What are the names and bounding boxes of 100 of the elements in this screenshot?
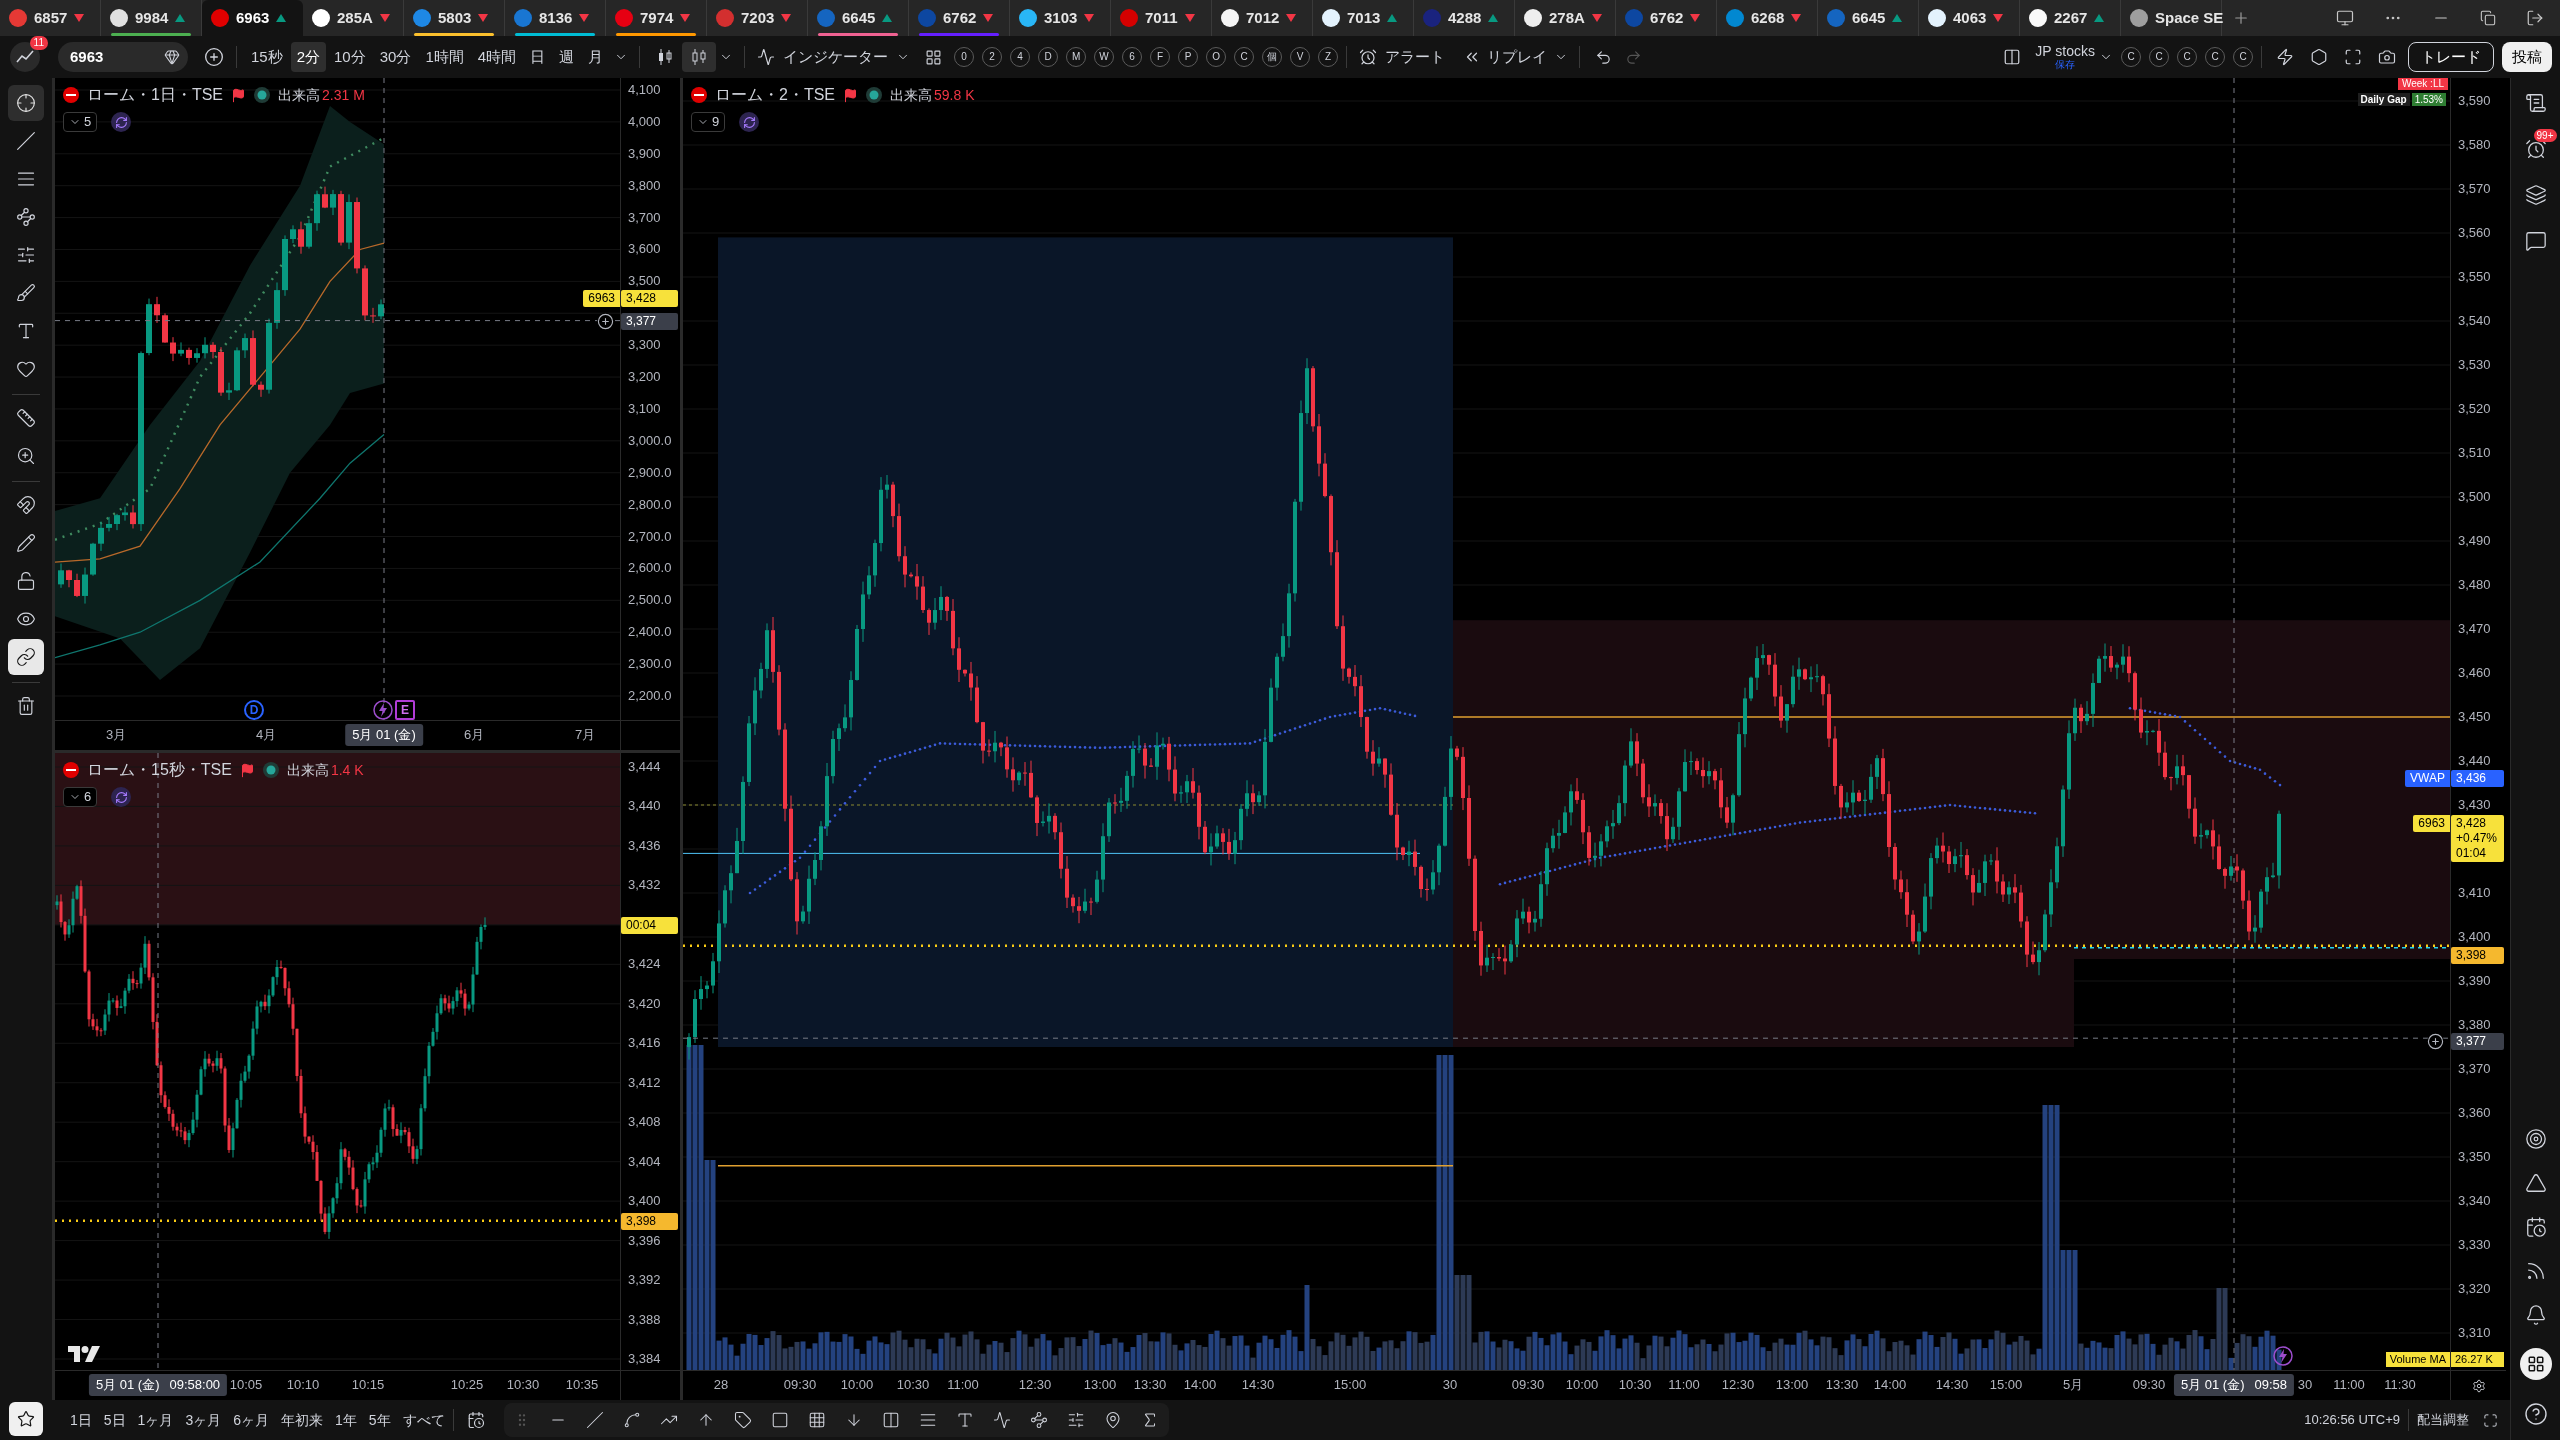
exit-icon[interactable] — [2526, 9, 2544, 27]
text-icon[interactable] — [955, 1411, 974, 1429]
dividend-marker[interactable]: D — [244, 700, 264, 720]
indicator-toggle[interactable]: 5 — [63, 112, 98, 132]
calendar-icon[interactable] — [2524, 1216, 2547, 1238]
level-price-tag: 3,398 — [621, 1213, 678, 1230]
indicator-toggle[interactable]: 6 — [63, 787, 98, 807]
layout-name[interactable]: JP stocks — [2035, 44, 2095, 58]
price-axis-label: 3,440 — [628, 799, 661, 814]
range-button[interactable]: 1日 — [70, 1409, 92, 1431]
text-lines-icon[interactable] — [918, 1411, 937, 1429]
volume-ma-value: 26.27 K — [2451, 1352, 2504, 1367]
settings-icon[interactable] — [2471, 1378, 2486, 1393]
crosshair-time-text: 5月 01 (金) — [2180, 1376, 2245, 1395]
earnings-marker[interactable]: E — [395, 700, 415, 720]
symbol-search-field[interactable]: 6963 — [58, 42, 188, 72]
interval-button[interactable]: 2分 — [290, 42, 327, 72]
target-icon[interactable] — [2524, 1128, 2547, 1150]
chart-title[interactable]: ローム・2・TSE — [715, 83, 835, 107]
interval-button[interactable]: 月 — [582, 42, 610, 72]
alert-button[interactable]: アラート — [1355, 42, 1450, 72]
sync-icon[interactable] — [111, 112, 132, 132]
plus-circle-icon[interactable] — [2427, 1033, 2444, 1050]
time-axis-label: 15:00 — [1333, 1377, 1367, 1393]
chart-title[interactable]: ローム・15秒・TSE — [87, 758, 232, 782]
price-axis-label: 2,200.0 — [628, 689, 672, 703]
square-icon[interactable] — [770, 1411, 789, 1429]
logo-icon — [691, 87, 707, 103]
drawing-tool-button[interactable] — [8, 85, 44, 121]
range-button[interactable]: 6ヶ月 — [233, 1409, 269, 1431]
plus-circle-icon[interactable] — [597, 313, 614, 330]
price-axis-label: 2,800.0 — [628, 497, 672, 512]
fullscreen-button[interactable] — [2344, 48, 2362, 66]
price-axis-label: 3,404 — [628, 1154, 661, 1169]
interval-button[interactable]: 30分 — [373, 42, 418, 72]
clock-text: 10:26:56 UTC+9 — [2304, 1411, 2400, 1430]
alarm-clock-icon[interactable] — [2524, 138, 2547, 160]
waypoints-icon[interactable] — [1029, 1411, 1048, 1429]
gap-label: Daily Gap — [2357, 93, 2410, 106]
triangle-icon[interactable] — [2524, 1172, 2547, 1194]
interval-button[interactable]: 日 — [524, 42, 552, 72]
range-button[interactable]: 1年 — [335, 1409, 357, 1431]
adjustment-toggle[interactable]: 配当調整 — [2417, 1410, 2469, 1430]
price-axis-label: 3,412 — [628, 1075, 661, 1090]
snapshot-button[interactable] — [2378, 48, 2396, 66]
expand-icon[interactable] — [2483, 1412, 2498, 1428]
camera-icon — [2378, 48, 2396, 66]
undo-icon — [1594, 48, 1612, 66]
dot-icon — [262, 762, 279, 778]
price-axis-label: 3,900 — [628, 146, 661, 161]
symbol-tab[interactable]: 6963 — [202, 0, 303, 36]
range-button[interactable]: すべて — [402, 1409, 445, 1431]
time-axis-label: 11:00 — [2333, 1377, 2365, 1393]
columns-icon[interactable] — [881, 1411, 900, 1429]
indicator-toggle[interactable]: 9 — [691, 112, 726, 132]
chart-title[interactable]: ローム・1日・TSE — [87, 83, 223, 107]
interval-button[interactable]: 4時間 — [471, 42, 523, 72]
favorites-button[interactable] — [9, 1402, 43, 1436]
replay-button[interactable]: リプレイ — [1459, 42, 1552, 72]
dot-icon — [866, 87, 882, 103]
map-pin-icon[interactable] — [1103, 1411, 1122, 1429]
chat-icon[interactable] — [2524, 230, 2547, 252]
flag-icon — [231, 87, 246, 103]
interval-button[interactable]: 週 — [553, 42, 581, 72]
price-axis-label: 3,380 — [2458, 1018, 2491, 1032]
sliders-icon[interactable] — [1066, 1411, 1085, 1429]
settings-button[interactable] — [2310, 48, 2328, 66]
range-button[interactable]: 年初来 — [281, 1409, 323, 1431]
grid-icon[interactable] — [807, 1411, 826, 1429]
range-button[interactable]: 5日 — [103, 1409, 126, 1431]
curve-icon[interactable] — [622, 1411, 641, 1429]
range-button[interactable]: 5年 — [368, 1409, 391, 1431]
notepad-icon[interactable] — [2524, 92, 2547, 114]
price-axis-label: 4,000 — [628, 114, 661, 129]
quick-search-button[interactable] — [2276, 48, 2294, 66]
bell-icon[interactable] — [2524, 1304, 2547, 1326]
sync-icon[interactable] — [739, 112, 760, 132]
tag-icon[interactable] — [733, 1411, 752, 1429]
range-button[interactable]: 3ヶ月 — [185, 1409, 222, 1431]
help-icon[interactable] — [2523, 1402, 2548, 1426]
lightning-icon[interactable] — [2273, 1346, 2293, 1366]
indicators-button[interactable]: インジケーター — [753, 42, 893, 72]
interval-button[interactable]: 15秒 — [245, 42, 289, 72]
monitor-icon[interactable] — [2336, 9, 2354, 27]
layers-icon[interactable] — [2524, 184, 2547, 206]
drawing-tool-button[interactable] — [8, 639, 44, 675]
lightning-icon — [2276, 48, 2294, 66]
trade-button[interactable]: トレード — [2408, 42, 2494, 72]
price-axis-label: 3,200 — [628, 370, 661, 385]
zigzag-icon[interactable] — [992, 1411, 1011, 1429]
apps-grid-icon[interactable] — [2519, 1348, 2552, 1380]
range-button[interactable]: 1ヶ月 — [137, 1409, 174, 1431]
interval-button[interactable]: 10分 — [328, 42, 372, 72]
crosshair-price-tag: 3,377 — [621, 313, 678, 330]
lightning-icon[interactable] — [373, 700, 393, 720]
restore-icon[interactable] — [2480, 10, 2496, 26]
save-status: 保存 — [2055, 60, 2076, 70]
diagonal-line-icon[interactable] — [585, 1411, 604, 1429]
publish-button[interactable]: 投稿 — [2502, 42, 2552, 72]
interval-button[interactable]: 1時間 — [419, 42, 470, 72]
